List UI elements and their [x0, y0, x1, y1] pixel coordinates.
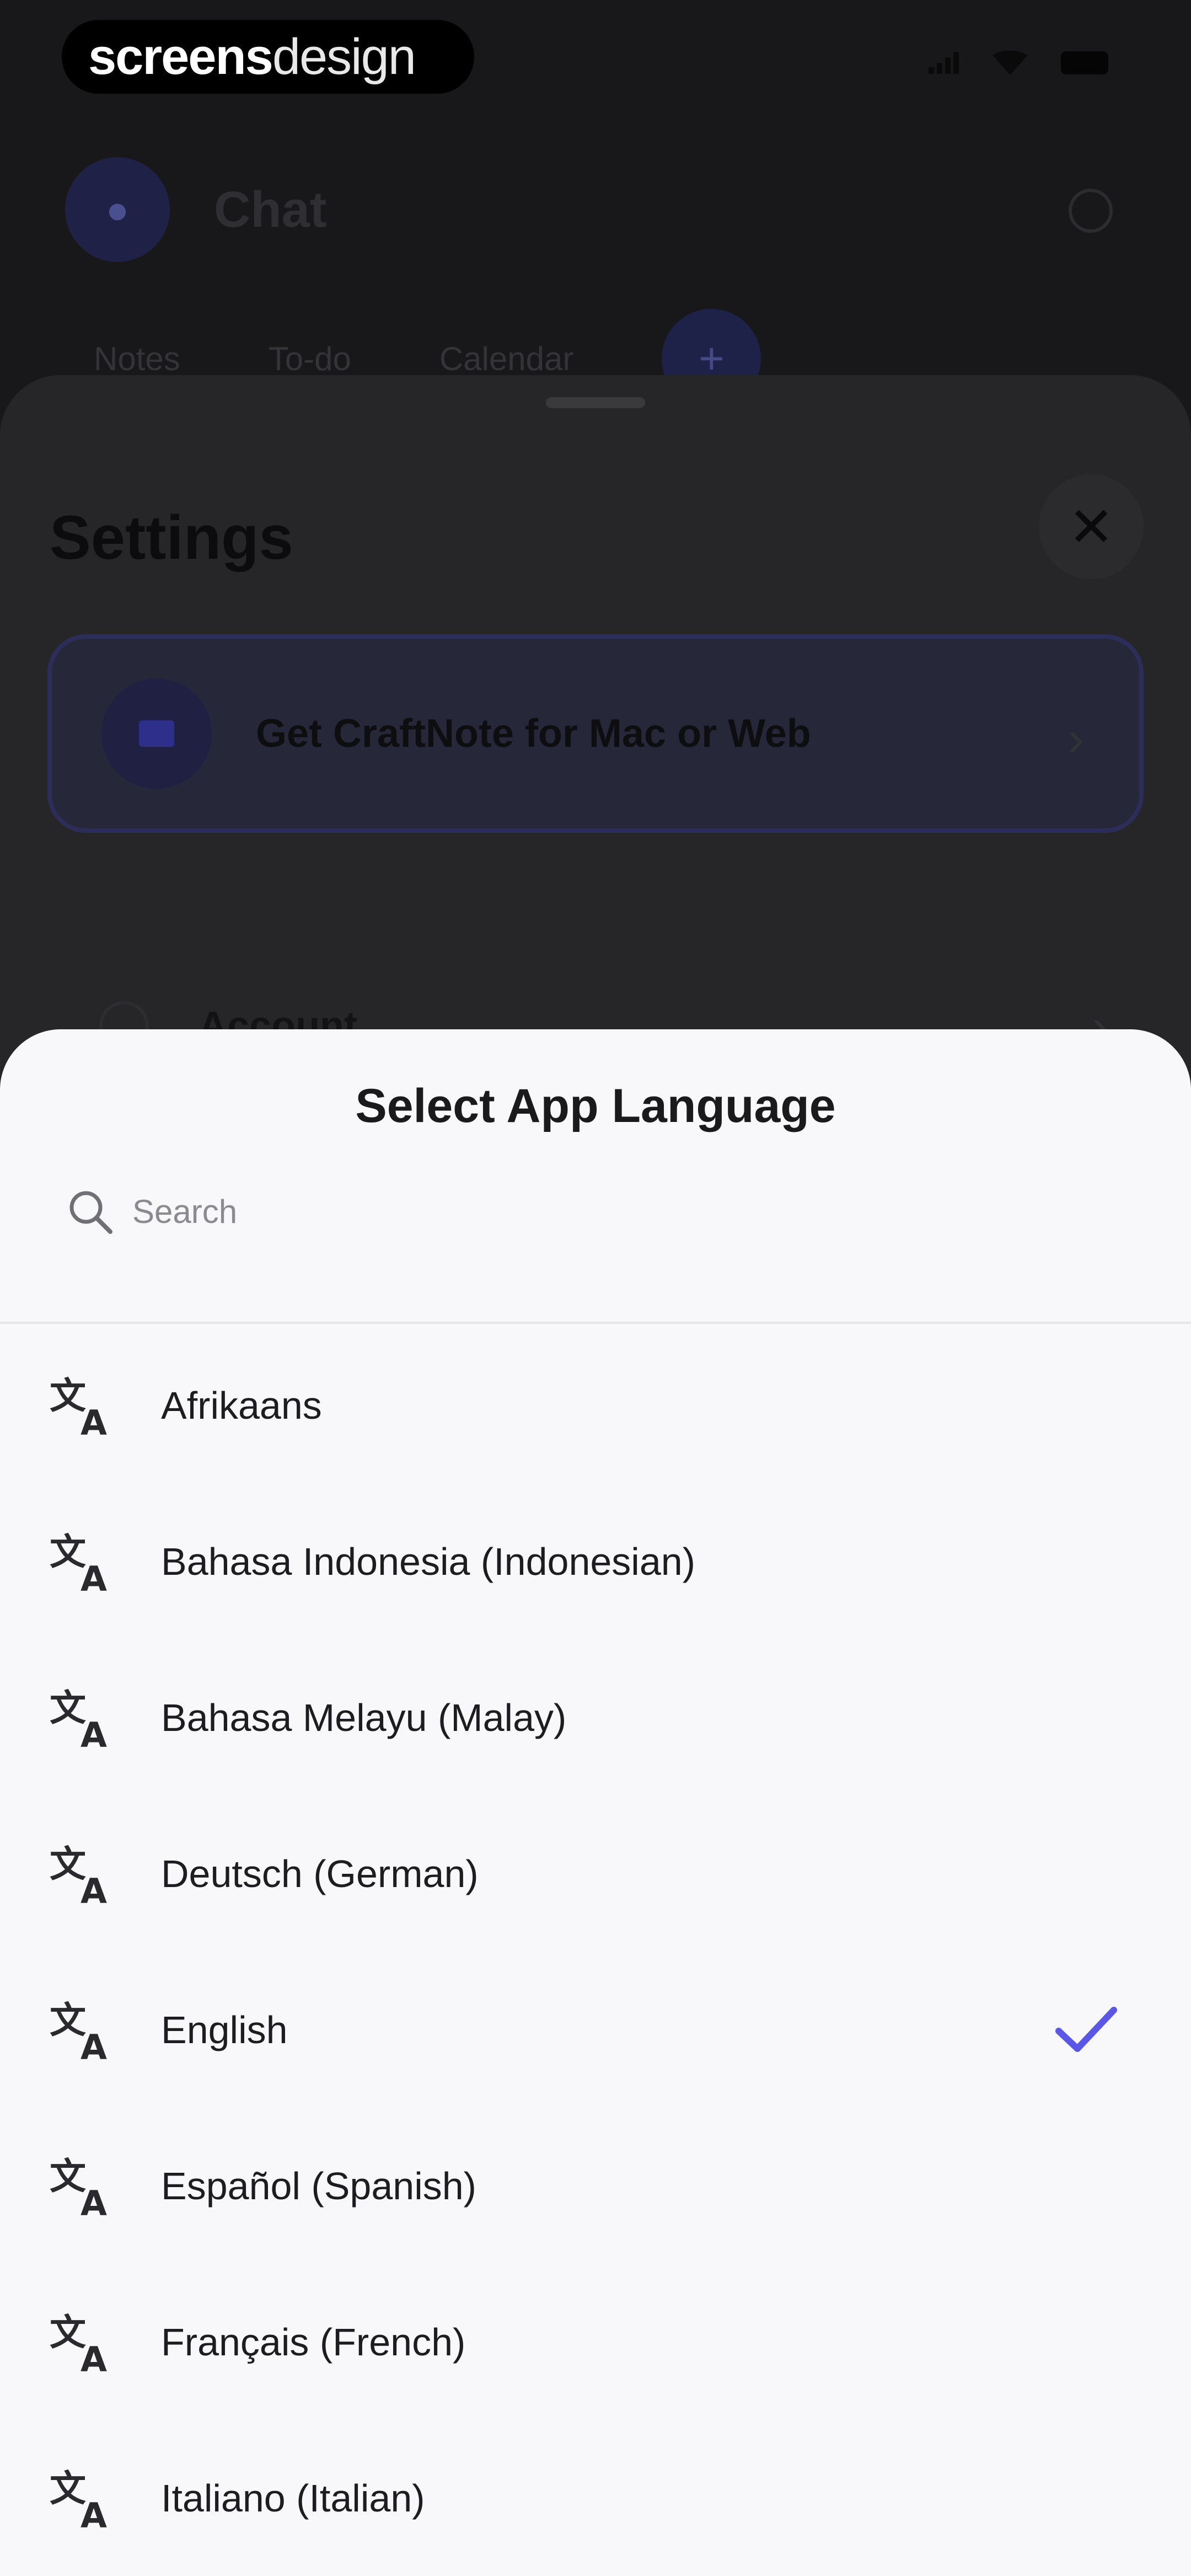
gear-icon[interactable]: [1069, 189, 1113, 233]
brand-bold-text: screens: [88, 29, 273, 85]
search-input[interactable]: [131, 1191, 1069, 1231]
svg-text:A: A: [81, 2027, 107, 2066]
signal-icon: [929, 52, 959, 74]
list-item-selected[interactable]: 文 A English: [0, 1952, 1191, 2108]
close-button[interactable]: ✕: [1039, 474, 1144, 579]
sheet-grabber[interactable]: [546, 397, 645, 408]
language-label: Français (French): [161, 2320, 466, 2364]
list-item[interactable]: 文 A Deutsch (German): [0, 1795, 1191, 1952]
translate-icon: 文 A: [50, 2311, 107, 2378]
translate-icon: 文 A: [50, 1843, 107, 1910]
tab-notes[interactable]: Notes: [94, 340, 180, 378]
list-item[interactable]: 文 A Bahasa Melayu (Malay): [0, 1639, 1191, 1795]
checkmark-icon: [1055, 2007, 1117, 2052]
tab-calendar[interactable]: Calendar: [439, 340, 574, 378]
promo-text: Get CraftNote for Mac or Web: [256, 712, 811, 756]
chevron-right-icon: ›: [1067, 711, 1084, 766]
translate-icon: 文 A: [50, 2467, 107, 2534]
language-label: Bahasa Melayu (Malay): [161, 1696, 567, 1739]
search-bar[interactable]: [65, 1173, 1124, 1250]
list-item[interactable]: 文 A Afrikaans: [0, 1327, 1191, 1483]
sheet-title: Select App Language: [355, 1079, 836, 1132]
svg-text:A: A: [81, 2183, 107, 2222]
search-icon: [69, 1191, 112, 1234]
list-item[interactable]: 文 A Français (French): [0, 2264, 1191, 2420]
list-item[interactable]: 文 A Bahasa Indonesia (Indonesian): [0, 1483, 1191, 1639]
translate-icon: 文 A: [50, 1687, 107, 1754]
language-label: Afrikaans: [161, 1383, 322, 1427]
language-list: 文 A Afrikaans 文 A Bahasa Indonesia (Indo…: [0, 1327, 1191, 2576]
battery-icon: [1061, 51, 1108, 74]
translate-icon: 文 A: [50, 2155, 107, 2222]
app-header: ● Chat: [65, 154, 1135, 265]
svg-text:A: A: [81, 2339, 107, 2378]
svg-text:A: A: [81, 2495, 107, 2534]
settings-title: Settings: [50, 503, 293, 572]
divider: [0, 1322, 1191, 1324]
tab-todo[interactable]: To-do: [269, 340, 351, 378]
brand-logo: screensdesign: [62, 20, 474, 94]
avatar[interactable]: ●: [65, 157, 170, 262]
language-label: Italiano (Italian): [161, 2476, 425, 2520]
brand-light-text: design: [272, 29, 416, 85]
svg-text:A: A: [81, 1403, 107, 1441]
svg-text:A: A: [81, 1559, 107, 1597]
wifi-icon: [993, 51, 1028, 75]
language-label: Deutsch (German): [161, 1852, 479, 1895]
language-label: Español (Spanish): [161, 2164, 476, 2208]
list-item[interactable]: 文 A Italiano (Italian): [0, 2420, 1191, 2576]
svg-text:A: A: [81, 1715, 107, 1754]
svg-text:A: A: [81, 1871, 107, 1910]
language-sheet: Select App Language 文 A Afrikaans 文 A: [0, 1029, 1191, 2576]
status-icons: [929, 51, 1108, 75]
translate-icon: 文 A: [50, 1531, 107, 1597]
promo-card[interactable]: Get CraftNote for Mac or Web ›: [47, 634, 1144, 833]
close-icon: ✕: [1068, 496, 1114, 558]
language-label: Bahasa Indonesia (Indonesian): [161, 1540, 696, 1583]
translate-icon: 文 A: [50, 1999, 107, 2066]
status-bar: screensdesign: [0, 0, 1191, 121]
promo-icon-wrap: [101, 678, 212, 789]
list-item[interactable]: 文 A Español (Spanish): [0, 2108, 1191, 2264]
translate-icon: 文 A: [50, 1375, 107, 1441]
language-label: English: [161, 2008, 288, 2051]
screen: screensdesign ● Chat Notes To-do Calenda…: [0, 0, 1191, 2576]
laptop-icon: [139, 720, 174, 747]
page-title: Chat: [214, 181, 327, 238]
